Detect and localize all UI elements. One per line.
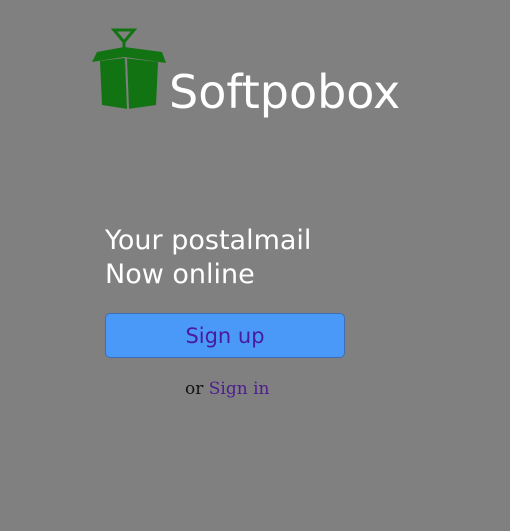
brand-logo: Softpobox	[90, 28, 430, 123]
tagline-line-2: Now online	[105, 259, 255, 290]
sign-in-prefix: or	[185, 379, 204, 399]
brand-name: Softpobox	[169, 65, 401, 119]
sign-up-button[interactable]: Sign up	[105, 313, 345, 358]
sign-in-link[interactable]: Sign in	[209, 379, 270, 399]
hero-tagline: Your postalmail Now online	[105, 224, 425, 292]
tagline-line-1: Your postalmail	[105, 225, 312, 256]
sign-in-prompt: or Sign in	[185, 378, 270, 400]
open-box-icon	[92, 28, 166, 110]
